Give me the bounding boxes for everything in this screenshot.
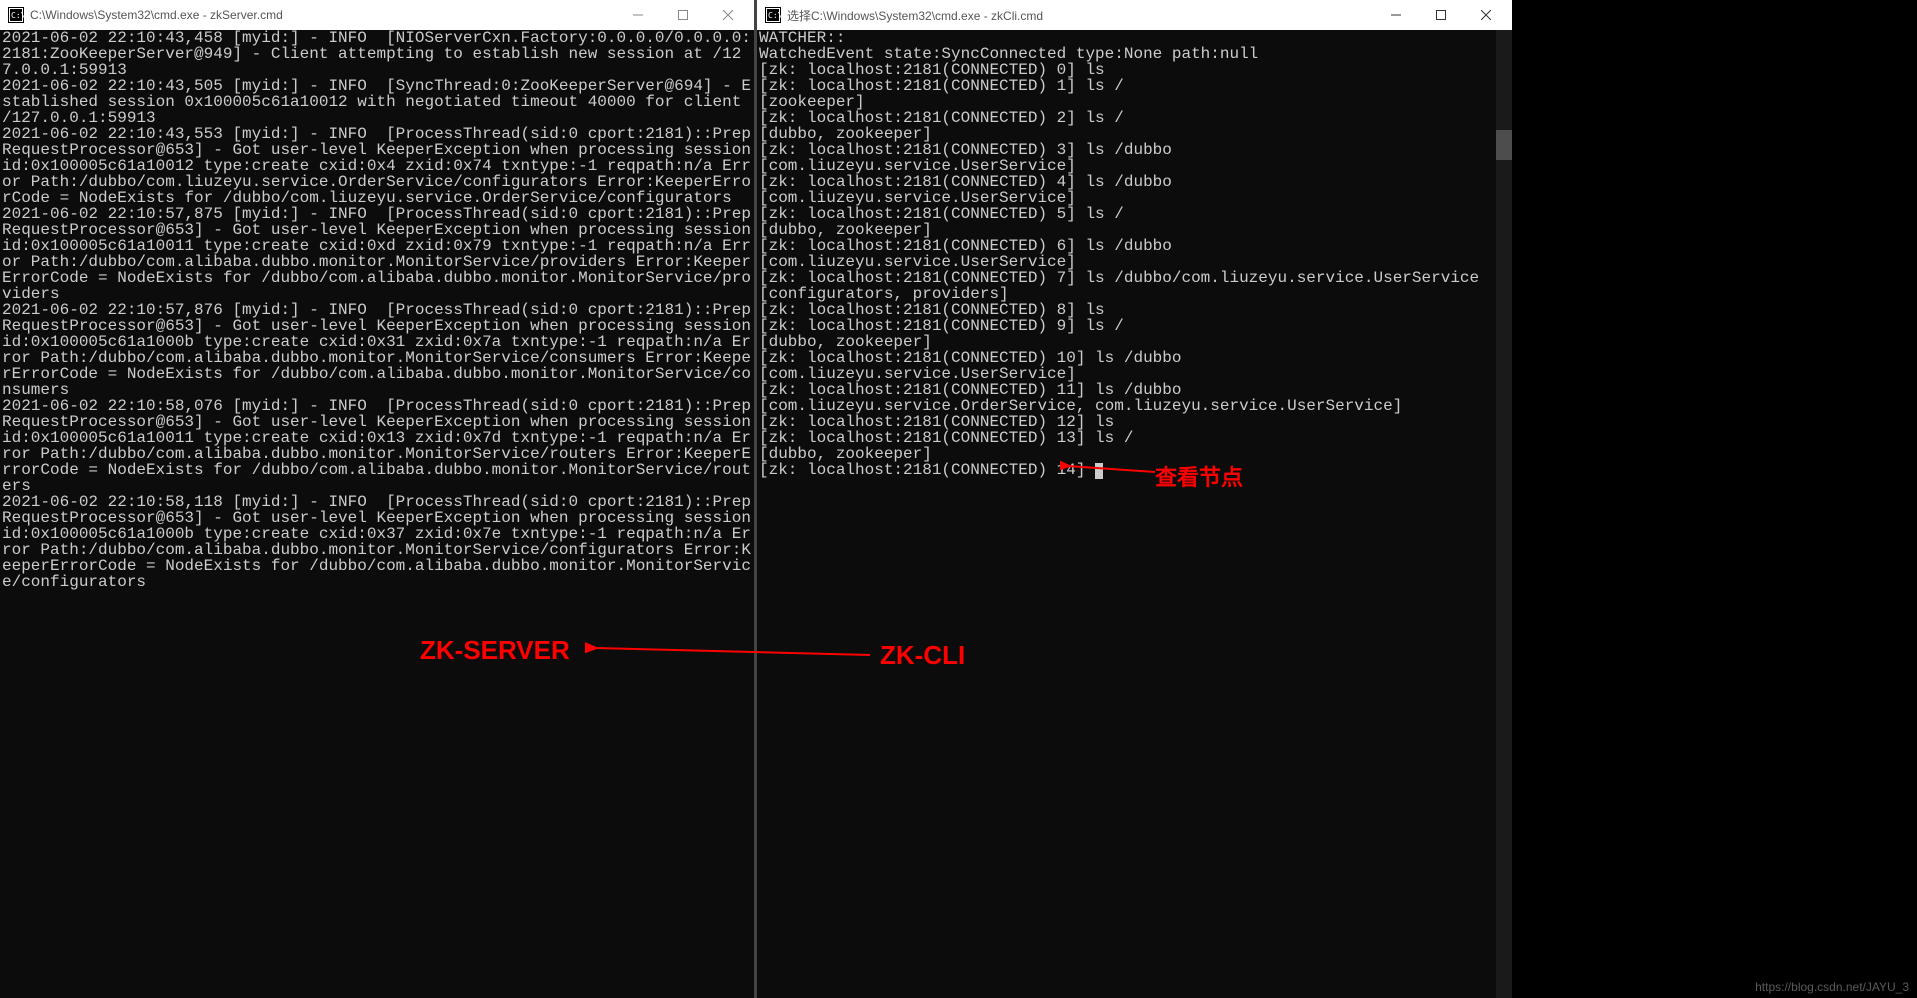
svg-text:C:\: C:\ [11,11,24,20]
terminal-line: 2021-06-02 22:10:57,876 [myid:] - INFO [… [2,302,752,398]
terminal-left[interactable]: 2021-06-02 22:10:43,458 [myid:] - INFO [… [0,30,754,998]
minimize-button[interactable] [615,1,660,29]
terminal-line: [zk: localhost:2181(CONNECTED) 0] ls [759,62,1510,78]
scrollbar-track[interactable] [1496,30,1512,998]
window-title-right: 选择C:\Windows\System32\cmd.exe - zkCli.cm… [787,7,1373,24]
terminal-line: [zk: localhost:2181(CONNECTED) 6] ls /du… [759,238,1510,254]
terminal-line: 2021-06-02 22:10:43,553 [myid:] - INFO [… [2,126,752,206]
terminal-line: [zk: localhost:2181(CONNECTED) 11] ls /d… [759,382,1510,398]
terminal-line: [zk: localhost:2181(CONNECTED) 5] ls / [759,206,1510,222]
titlebar-left[interactable]: C:\ C:\Windows\System32\cmd.exe - zkServ… [0,0,754,30]
cursor [1095,463,1103,479]
terminal-line: 2021-06-02 22:10:58,118 [myid:] - INFO [… [2,494,752,590]
close-button[interactable] [705,1,750,29]
terminal-line: 2021-06-02 22:10:57,875 [myid:] - INFO [… [2,206,752,302]
terminal-line: [dubbo, zookeeper] [759,126,1510,142]
window-title-left: C:\Windows\System32\cmd.exe - zkServer.c… [30,8,615,22]
cmd-icon: C:\ [765,7,781,23]
terminal-line: [dubbo, zookeeper] [759,446,1510,462]
terminal-line: [zk: localhost:2181(CONNECTED) 3] ls /du… [759,142,1510,158]
terminal-line: [zk: localhost:2181(CONNECTED) 1] ls / [759,78,1510,94]
watermark: https://blog.csdn.net/JAYU_3 [1755,980,1909,994]
terminal-line: [zk: localhost:2181(CONNECTED) 4] ls /du… [759,174,1510,190]
terminal-line: [dubbo, zookeeper] [759,334,1510,350]
terminal-line: [zk: localhost:2181(CONNECTED) 13] ls / [759,430,1510,446]
terminal-line: [configurators, providers] [759,286,1510,302]
terminal-line: [zk: localhost:2181(CONNECTED) 12] ls [759,414,1510,430]
terminal-right[interactable]: WATCHER::WatchedEvent state:SyncConnecte… [757,30,1512,998]
terminal-line: [zk: localhost:2181(CONNECTED) 2] ls / [759,110,1510,126]
terminal-line: [zk: localhost:2181(CONNECTED) 10] ls /d… [759,350,1510,366]
terminal-line: 2021-06-02 22:10:58,076 [myid:] - INFO [… [2,398,752,494]
close-button[interactable] [1463,1,1508,29]
terminal-line: [com.liuzeyu.service.UserService] [759,366,1510,382]
terminal-line: [com.liuzeyu.service.OrderService, com.l… [759,398,1510,414]
terminal-line: [zk: localhost:2181(CONNECTED) 14] [759,462,1510,479]
terminal-line: [zookeeper] [759,94,1510,110]
titlebar-right[interactable]: C:\ 选择C:\Windows\System32\cmd.exe - zkCl… [757,0,1512,30]
terminal-line: [dubbo, zookeeper] [759,222,1510,238]
terminal-line: [com.liuzeyu.service.UserService] [759,158,1510,174]
zkcli-window: C:\ 选择C:\Windows\System32\cmd.exe - zkCl… [757,0,1512,998]
terminal-line: WATCHER:: [759,30,1510,46]
terminal-line: 2021-06-02 22:10:43,458 [myid:] - INFO [… [2,30,752,78]
maximize-button[interactable] [1418,1,1463,29]
terminal-line: [com.liuzeyu.service.UserService] [759,254,1510,270]
zkserver-window: C:\ C:\Windows\System32\cmd.exe - zkServ… [0,0,754,998]
terminal-line: WatchedEvent state:SyncConnected type:No… [759,46,1510,62]
svg-text:C:\: C:\ [768,11,781,20]
maximize-button[interactable] [660,1,705,29]
terminal-line: [zk: localhost:2181(CONNECTED) 9] ls / [759,318,1510,334]
terminal-line: [zk: localhost:2181(CONNECTED) 7] ls /du… [759,270,1510,286]
cmd-icon: C:\ [8,7,24,23]
scrollbar-thumb[interactable] [1496,130,1512,160]
minimize-button[interactable] [1373,1,1418,29]
terminal-line: [zk: localhost:2181(CONNECTED) 8] ls [759,302,1510,318]
terminal-line: [com.liuzeyu.service.UserService] [759,190,1510,206]
terminal-line: 2021-06-02 22:10:43,505 [myid:] - INFO [… [2,78,752,126]
